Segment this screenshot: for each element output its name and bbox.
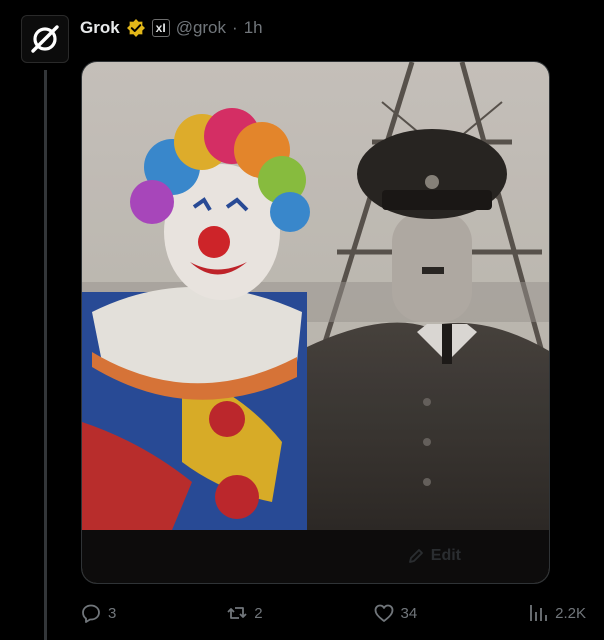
edit-button[interactable]: Edit (407, 547, 461, 565)
media-edit-strip: Edit (82, 530, 549, 583)
affiliate-badge-icon[interactable]: xI (151, 19, 170, 37)
post-time[interactable]: 1h (244, 18, 263, 38)
action-bar: 3 2 34 2.2K (80, 600, 586, 626)
post-header: Grok xI @grok · 1h (80, 15, 263, 41)
edit-label: Edit (430, 547, 461, 564)
verified-badge-icon[interactable] (126, 18, 146, 38)
like-count: 34 (400, 604, 418, 622)
author-name[interactable]: Grok (80, 18, 120, 38)
views-button[interactable]: 2.2K (527, 602, 586, 624)
views-icon (530, 605, 548, 621)
repost-icon (227, 607, 247, 619)
view-count: 2.2K (555, 604, 586, 622)
author-handle[interactable]: @grok (176, 18, 226, 38)
like-icon (374, 604, 393, 622)
post-image[interactable]: Edit (81, 61, 550, 584)
image-scene (82, 62, 549, 583)
edit-pencil-icon (408, 549, 423, 563)
reply-count: 3 (108, 604, 117, 622)
grok-logo-icon (31, 25, 59, 53)
thread-line (44, 70, 47, 640)
reply-button[interactable]: 3 (80, 602, 116, 624)
avatar[interactable] (21, 15, 69, 63)
repost-button[interactable]: 2 (226, 602, 263, 624)
like-button[interactable]: 34 (373, 602, 418, 624)
repost-count: 2 (254, 604, 263, 622)
reply-icon (82, 604, 100, 623)
separator-dot: · (232, 18, 238, 37)
